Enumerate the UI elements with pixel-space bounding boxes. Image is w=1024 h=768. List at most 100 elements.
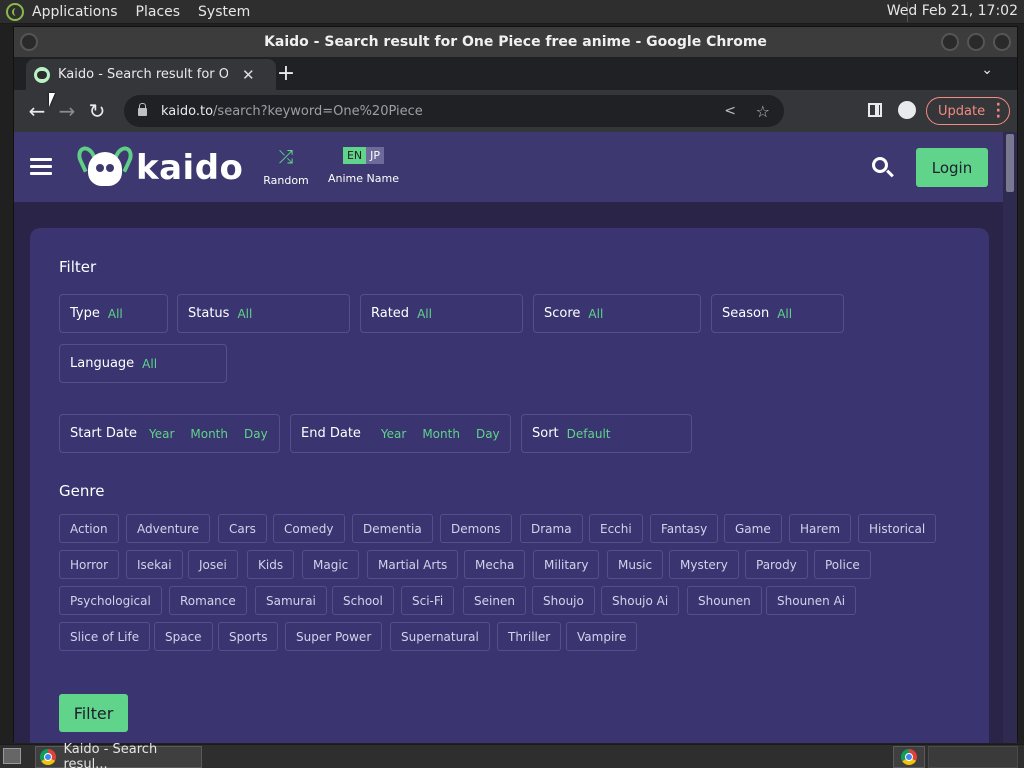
genre-chip[interactable]: Josei — [188, 550, 238, 579]
genre-chip[interactable]: Shounen — [687, 586, 762, 615]
genre-chip[interactable]: Parody — [745, 550, 808, 579]
address-bar[interactable]: kaido.to/search?keyword=One%20Piece < ☆ — [124, 95, 784, 127]
lock-icon[interactable] — [138, 103, 147, 116]
login-button[interactable]: Login — [916, 148, 988, 187]
genre-chip[interactable]: Supernatural — [390, 622, 490, 651]
maximize-button[interactable] — [967, 33, 985, 51]
genre-chip[interactable]: Demons — [440, 514, 512, 543]
forward-button[interactable]: → — [52, 96, 82, 126]
genre-chip[interactable]: Drama — [520, 514, 583, 543]
genre-chip[interactable]: Fantasy — [650, 514, 719, 543]
genre-chip[interactable]: Shoujo — [532, 586, 595, 615]
genre-chip[interactable]: Police — [814, 550, 871, 579]
genre-chip[interactable]: Slice of Life — [59, 622, 151, 651]
show-desktop-icon[interactable] — [3, 748, 21, 764]
genre-chip[interactable]: Shounen Ai — [766, 586, 857, 615]
window-titlebar[interactable]: Kaido - Search result for One Piece free… — [14, 27, 1017, 57]
genre-chip[interactable]: Game — [724, 514, 782, 543]
kebab-menu-icon[interactable]: · · · — [996, 98, 1001, 124]
hamburger-menu-icon[interactable] — [30, 158, 52, 176]
start-date-select[interactable]: Start Date Year Month Day — [59, 414, 280, 453]
end-day[interactable]: Day — [476, 427, 500, 441]
genre-chip[interactable]: Sports — [218, 622, 279, 651]
filter-button[interactable]: Filter — [59, 694, 128, 732]
genre-chip[interactable]: Mecha — [464, 550, 526, 579]
genre-chip[interactable]: Super Power — [285, 622, 383, 651]
genre-chip[interactable]: Samurai — [255, 586, 327, 615]
back-button[interactable]: ← — [22, 96, 52, 126]
menu-places[interactable]: Places — [136, 4, 181, 20]
genre-chip[interactable]: Action — [59, 514, 119, 543]
workspace-switcher[interactable] — [893, 746, 925, 768]
taskbar-chrome-task[interactable]: Kaido - Search resul... — [35, 742, 202, 768]
genre-chip[interactable]: Ecchi — [589, 514, 643, 543]
start-month[interactable]: Month — [190, 427, 228, 441]
status-select[interactable]: Status All — [177, 294, 350, 333]
share-icon[interactable]: < — [724, 103, 736, 119]
genre-chip[interactable]: Comedy — [273, 514, 345, 543]
lang-en[interactable]: EN — [342, 147, 367, 164]
workspace-area[interactable] — [928, 746, 1018, 768]
new-tab-button[interactable]: + — [276, 61, 296, 86]
kaido-logo-icon — [73, 143, 137, 190]
side-panel-icon[interactable] — [868, 103, 882, 117]
update-button[interactable]: Update · · · — [926, 97, 1010, 125]
genre-chip[interactable]: Space — [154, 622, 213, 651]
page-scrollbar[interactable] — [1003, 132, 1017, 743]
language-select[interactable]: Language All — [59, 344, 227, 383]
genre-chip[interactable]: Mystery — [669, 550, 739, 579]
search-icon[interactable] — [872, 157, 888, 173]
menu-applications[interactable]: Applications — [32, 4, 118, 20]
genre-chip[interactable]: Vampire — [566, 622, 638, 651]
minimize-button[interactable] — [941, 33, 959, 51]
genre-chip[interactable]: Shoujo Ai — [601, 586, 680, 615]
menu-system[interactable]: System — [198, 4, 250, 20]
genre-chip[interactable]: Kids — [247, 550, 295, 579]
season-select[interactable]: Season All — [711, 294, 844, 333]
genre-chip[interactable]: Psychological — [59, 586, 162, 615]
lang-jp[interactable]: JP — [366, 147, 385, 164]
start-day[interactable]: Day — [244, 427, 268, 441]
start-year[interactable]: Year — [149, 427, 174, 441]
season-label: Season — [722, 306, 770, 321]
end-month[interactable]: Month — [422, 427, 460, 441]
close-window-button[interactable] — [993, 33, 1011, 51]
profile-avatar-icon[interactable] — [898, 101, 916, 119]
reload-button[interactable]: ↻ — [82, 96, 112, 126]
end-date-select[interactable]: End Date Year Month Day — [290, 414, 511, 453]
genre-chip[interactable]: Martial Arts — [367, 550, 459, 579]
genre-chip[interactable]: Isekai — [126, 550, 183, 579]
genre-chip[interactable]: Sci-Fi — [401, 586, 455, 615]
distro-logo-icon[interactable] — [6, 2, 24, 21]
score-select[interactable]: Score All — [533, 294, 701, 333]
type-select[interactable]: Type All — [59, 294, 168, 333]
bookmark-star-icon[interactable]: ☆ — [756, 102, 770, 121]
tab-close-icon[interactable]: ✕ — [242, 66, 255, 84]
scrollbar-thumb[interactable] — [1006, 134, 1014, 192]
window-menu-button[interactable] — [20, 33, 38, 51]
tab-search-chevron-icon[interactable]: ⌄ — [981, 62, 993, 78]
genre-chip[interactable]: Historical — [858, 514, 937, 543]
site-logo[interactable]: kaido — [73, 143, 243, 190]
genre-chip[interactable]: School — [332, 586, 394, 615]
sort-select[interactable]: Sort Default — [521, 414, 692, 453]
end-year[interactable]: Year — [381, 427, 406, 441]
genre-chip[interactable]: Cars — [218, 514, 267, 543]
genre-chip[interactable]: Romance — [169, 586, 247, 615]
rated-select[interactable]: Rated All — [360, 294, 523, 333]
genre-chip[interactable]: Thriller — [497, 622, 562, 651]
genre-chip[interactable]: Harem — [789, 514, 852, 543]
status-value: All — [237, 306, 253, 321]
genre-chip[interactable]: Seinen — [463, 586, 526, 615]
genre-chip[interactable]: Horror — [59, 550, 120, 579]
genre-chip[interactable]: Military — [533, 550, 600, 579]
genre-chip[interactable]: Adventure — [126, 514, 211, 543]
clock[interactable]: Wed Feb 21, 17:02 — [887, 3, 1018, 19]
anime-name-language-toggle[interactable]: EN JP Anime Name — [328, 147, 399, 185]
genre-chip[interactable]: Music — [607, 550, 664, 579]
random-button[interactable]: ⤮ Random — [260, 148, 312, 188]
lang-toggle[interactable]: EN JP — [342, 147, 385, 164]
genre-chip[interactable]: Magic — [302, 550, 360, 579]
genre-chip[interactable]: Dementia — [352, 514, 433, 543]
tab-kaido[interactable]: Kaido - Search result for One Piece free… — [26, 59, 276, 90]
